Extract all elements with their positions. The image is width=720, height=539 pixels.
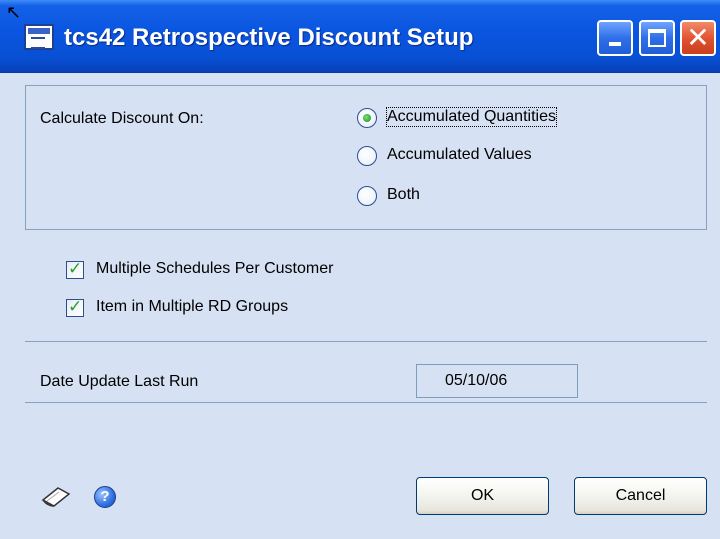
ok-button[interactable]: OK — [416, 477, 549, 515]
cancel-button[interactable]: Cancel — [574, 477, 707, 515]
radio-label: Accumulated Values — [387, 146, 532, 163]
window-icon[interactable] — [24, 24, 54, 50]
calculate-discount-label: Calculate Discount On: — [40, 110, 204, 127]
date-update-last-run-field: 05/10/06 — [416, 364, 578, 398]
radio-button[interactable] — [357, 186, 377, 206]
minimize-button[interactable] — [597, 20, 633, 56]
checkbox[interactable]: ✓ — [66, 259, 84, 279]
dialog-window: ↖ tcs42 Retrospective Discount Setup ✕ C… — [0, 0, 720, 539]
minimize-icon — [609, 42, 621, 46]
divider — [25, 341, 707, 342]
close-button[interactable]: ✕ — [680, 20, 716, 56]
close-icon: ✕ — [686, 21, 710, 54]
divider — [25, 402, 707, 403]
window-title: tcs42 Retrospective Discount Setup — [64, 24, 474, 51]
radio-button[interactable] — [357, 146, 377, 166]
checkmark-icon: ✓ — [68, 259, 83, 279]
checkbox-label: Item in Multiple RD Groups — [96, 298, 289, 315]
checkbox-label: Multiple Schedules Per Customer — [96, 260, 334, 277]
radio-button[interactable] — [357, 108, 377, 128]
date-update-last-run-label: Date Update Last Run — [40, 373, 199, 390]
help-icon[interactable]: ? — [94, 486, 116, 508]
title-bar[interactable]: ↖ tcs42 Retrospective Discount Setup ✕ — [0, 0, 720, 73]
maximize-icon — [648, 29, 666, 47]
radio-label: Both — [387, 186, 420, 203]
checkmark-icon: ✓ — [68, 297, 83, 317]
mouse-cursor-icon: ↖ — [6, 2, 22, 23]
note-icon[interactable] — [40, 484, 72, 510]
radio-label: Accumulated Quantities — [386, 107, 557, 127]
checkbox[interactable]: ✓ — [66, 297, 84, 317]
maximize-button[interactable] — [639, 20, 675, 56]
